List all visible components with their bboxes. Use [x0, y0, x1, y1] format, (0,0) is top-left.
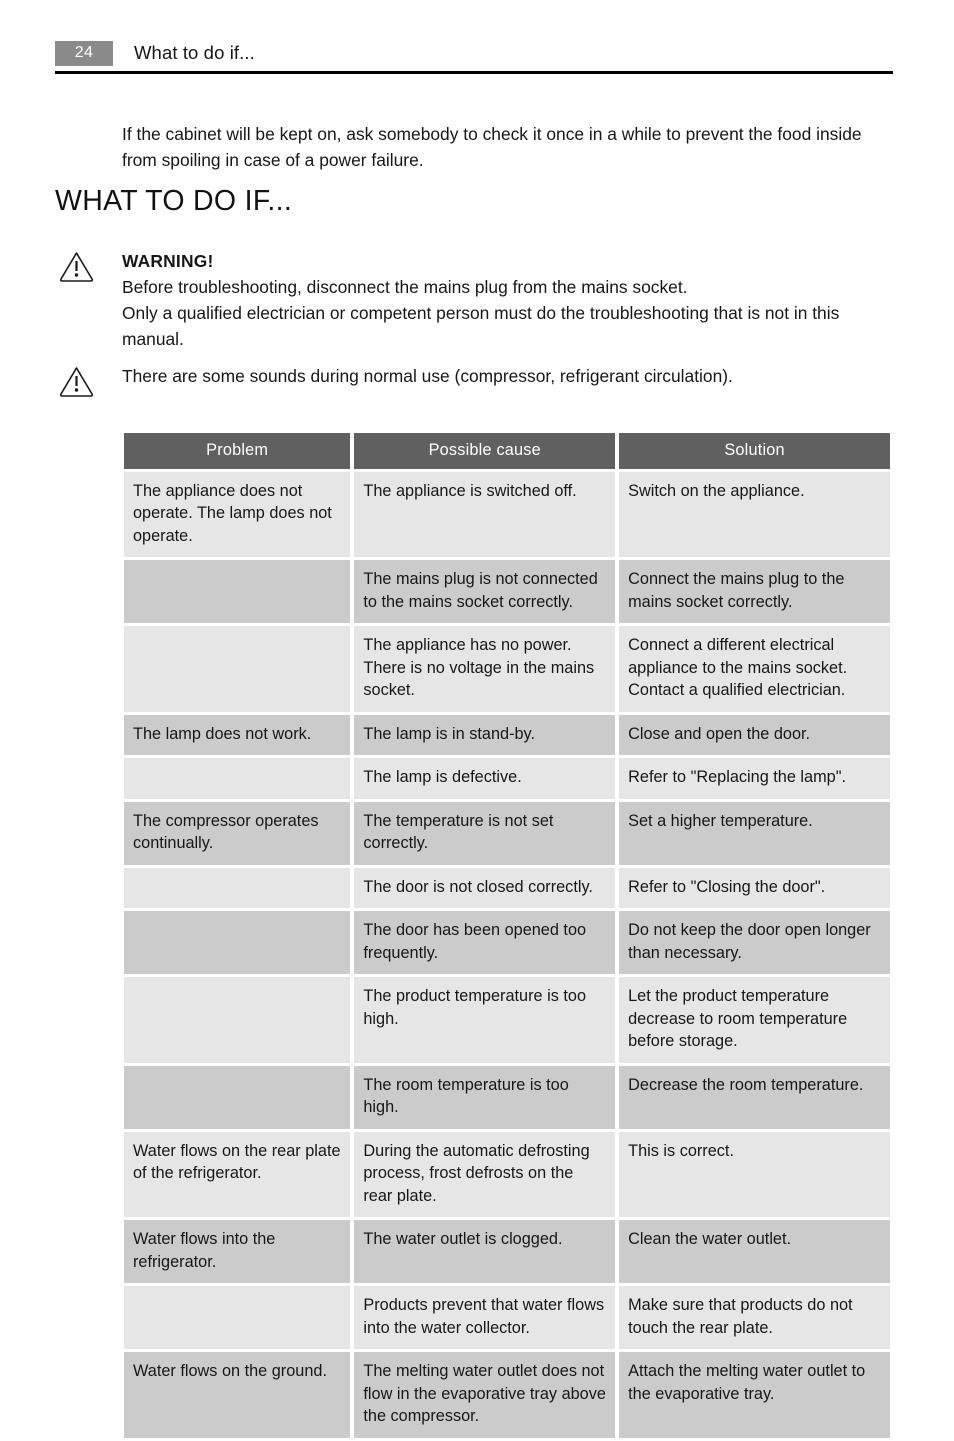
- table-header-row: Problem Possible cause Solution: [124, 433, 890, 469]
- cell-problem: [124, 758, 351, 799]
- column-header-solution: Solution: [619, 433, 890, 469]
- cell-possible-cause: The appliance has no power. There is no …: [354, 626, 616, 712]
- cell-possible-cause: The door is not closed correctly.: [354, 867, 616, 908]
- cell-solution: Let the product temperature decrease to …: [619, 977, 890, 1063]
- intro-paragraph: If the cabinet will be kept on, ask some…: [122, 124, 862, 171]
- warning-note-line-2: Only a qualified electrician or competen…: [122, 303, 840, 349]
- cell-solution: Set a higher temperature.: [619, 801, 890, 865]
- warning-note-line-1: Before troubleshooting, disconnect the m…: [122, 277, 688, 297]
- header-rule: [55, 71, 893, 74]
- cell-problem: [124, 867, 351, 908]
- cell-solution: Connect a different electrical appliance…: [619, 626, 890, 712]
- warning-note-title: WARNING!: [122, 251, 214, 271]
- table-row: The compressor operates continually. The …: [124, 801, 890, 865]
- table-row: Water flows on the rear plate of the ref…: [124, 1131, 890, 1217]
- cell-problem: Water flows into the refrigerator.: [124, 1220, 351, 1283]
- running-header: 24 What to do if...: [55, 38, 893, 68]
- cell-problem: [124, 626, 351, 712]
- sounds-note-body: There are some sounds during normal use …: [122, 363, 733, 389]
- cell-problem: The appliance does not operate. The lamp…: [124, 471, 351, 557]
- table-row: The appliance does not operate. The lamp…: [124, 471, 890, 557]
- table-row: Water flows into the refrigerator. The wa…: [124, 1220, 890, 1283]
- table-row: The lamp does not work. The lamp is in st…: [124, 714, 890, 755]
- page-number-badge: 24: [55, 40, 113, 66]
- table-row: The door is not closed correctly. Refer t…: [124, 867, 890, 908]
- cell-solution: This is correct.: [619, 1131, 890, 1217]
- column-header-problem: Problem: [124, 433, 351, 469]
- sounds-note-line-1: There are some sounds during normal use …: [122, 366, 733, 386]
- cell-problem: The compressor operates continually.: [124, 801, 351, 865]
- warning-note: WARNING! Before troubleshooting, disconn…: [58, 248, 898, 352]
- cell-possible-cause: The product temperature is too high.: [354, 977, 616, 1063]
- cell-solution: Refer to "Replacing the lamp".: [619, 758, 890, 799]
- cell-problem: [124, 911, 351, 974]
- cell-solution: Connect the mains plug to the mains sock…: [619, 560, 890, 623]
- table-row: Water flows on the ground. The melting wa…: [124, 1352, 890, 1438]
- cell-problem: [124, 1065, 351, 1129]
- table-row: The product temperature is too high. Let …: [124, 977, 890, 1063]
- table-row: The mains plug is not connected to the m…: [124, 560, 890, 623]
- page-title: WHAT TO DO IF...: [55, 185, 293, 217]
- table-row: The appliance has no power. There is no …: [124, 626, 890, 712]
- cell-possible-cause: The water outlet is clogged.: [354, 1220, 616, 1283]
- cell-solution: Clean the water outlet.: [619, 1220, 890, 1283]
- caution-triangle-icon: [58, 365, 95, 398]
- header-title: What to do if...: [134, 42, 255, 63]
- cell-possible-cause: The mains plug is not connected to the m…: [354, 560, 616, 623]
- cell-problem: [124, 1286, 351, 1349]
- cell-possible-cause: Products prevent that water flows into t…: [354, 1286, 616, 1349]
- cell-solution: Do not keep the door open longer than ne…: [619, 911, 890, 974]
- cell-possible-cause: The melting water outlet does not flow i…: [354, 1352, 616, 1438]
- warning-triangle-icon: [58, 250, 95, 283]
- table-body: The appliance does not operate. The lamp…: [124, 471, 890, 1438]
- table-row: The lamp is defective. Refer to "Replacin…: [124, 758, 890, 799]
- warning-note-body: WARNING! Before troubleshooting, disconn…: [122, 248, 898, 352]
- cell-possible-cause: The lamp is in stand-by.: [354, 714, 616, 755]
- cell-possible-cause: The room temperature is too high.: [354, 1065, 616, 1129]
- cell-solution: Refer to "Closing the door".: [619, 867, 890, 908]
- cell-solution: Attach the melting water outlet to the e…: [619, 1352, 890, 1438]
- cell-problem: [124, 977, 351, 1063]
- cell-possible-cause: During the automatic defrosting process,…: [354, 1131, 616, 1217]
- table-row: The room temperature is too high. Decreas…: [124, 1065, 890, 1129]
- cell-problem: [124, 560, 351, 623]
- cell-possible-cause: The temperature is not set correctly.: [354, 801, 616, 865]
- cell-possible-cause: The lamp is defective.: [354, 758, 616, 799]
- cell-possible-cause: The door has been opened too frequently.: [354, 911, 616, 974]
- cell-problem: The lamp does not work.: [124, 714, 351, 755]
- document-page: 24 What to do if... If the cabinet will …: [0, 0, 954, 1438]
- table-row: The door has been opened too frequently.…: [124, 911, 890, 974]
- cell-problem: Water flows on the ground.: [124, 1352, 351, 1438]
- cell-solution: Make sure that products do not touch the…: [619, 1286, 890, 1349]
- column-header-possible-cause: Possible cause: [354, 433, 616, 469]
- cell-solution: Decrease the room temperature.: [619, 1065, 890, 1129]
- troubleshooting-table: Problem Possible cause Solution The appl…: [120, 430, 894, 1441]
- cell-solution: Close and open the door.: [619, 714, 890, 755]
- cell-solution: Switch on the appliance.: [619, 471, 890, 557]
- sounds-note: There are some sounds during normal use …: [58, 363, 898, 398]
- cell-possible-cause: The appliance is switched off.: [354, 471, 616, 557]
- table-row: Products prevent that water flows into t…: [124, 1286, 890, 1349]
- cell-problem: Water flows on the rear plate of the ref…: [124, 1131, 351, 1217]
